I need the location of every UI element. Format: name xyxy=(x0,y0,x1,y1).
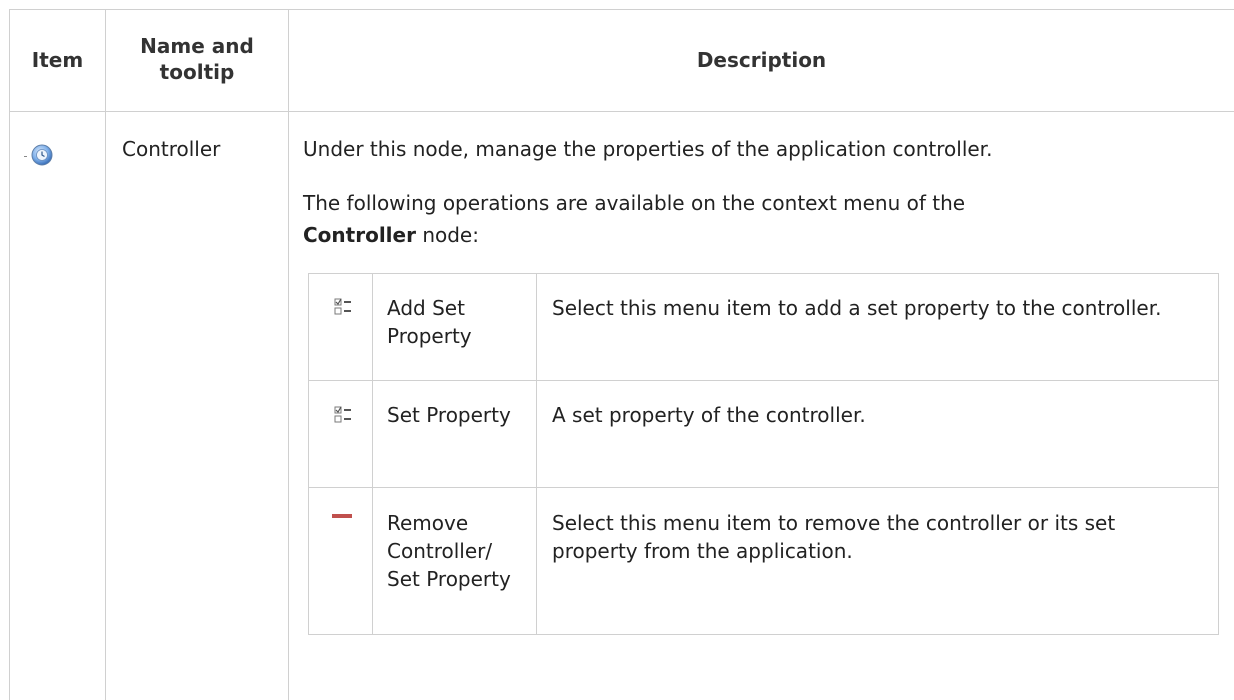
row-name-controller: Controller xyxy=(122,137,221,161)
operations-table: Add Set Property Select this menu item t… xyxy=(308,273,1219,635)
tree-connector xyxy=(24,156,27,157)
header-name-tooltip: Name and tooltip xyxy=(140,34,254,84)
reference-table: Item Name and tooltip Description Contro… xyxy=(0,0,1234,700)
add-set-property-icon xyxy=(334,298,351,315)
header-description: Description xyxy=(696,48,827,72)
ops-col-divider-1 xyxy=(372,273,373,635)
row-desc-line1: Under this node, manage the properties o… xyxy=(303,137,993,161)
header-item: Item xyxy=(31,48,84,72)
row-desc-line2: The following operations are available o… xyxy=(303,187,1183,251)
ops-col-divider-2 xyxy=(536,273,537,635)
col-divider-2 xyxy=(288,9,289,700)
table-top-border xyxy=(9,9,1234,10)
row-desc-controller-bold: Controller xyxy=(303,223,416,247)
remove-icon xyxy=(332,514,352,518)
op-desc-add-set-property: Select this menu item to add a set prope… xyxy=(552,296,1162,320)
set-property-icon xyxy=(334,406,351,423)
ops-row2-border xyxy=(308,487,1219,488)
op-desc-remove-controller: Select this menu item to remove the cont… xyxy=(552,511,1116,563)
row-desc-line2-suffix: node: xyxy=(415,223,479,247)
row-desc-line2-prefix: The following operations are available o… xyxy=(303,191,966,215)
op-name-set-property: Set Property xyxy=(387,403,511,427)
op-desc-set-property: A set property of the controller. xyxy=(552,403,866,427)
ops-row1-border xyxy=(308,380,1219,381)
ops-top-border xyxy=(308,273,1219,274)
header-bottom-border xyxy=(9,111,1234,112)
op-name-add-set-property: Add Set Property xyxy=(387,296,472,348)
ops-left-border xyxy=(308,273,309,635)
table-left-border xyxy=(9,9,10,700)
controller-globe-icon xyxy=(31,144,53,166)
ops-bottom-border xyxy=(308,634,1219,635)
ops-right-border xyxy=(1218,273,1219,635)
op-name-remove-controller: Remove Controller/ Set Property xyxy=(387,511,511,591)
col-divider-1 xyxy=(105,9,106,700)
